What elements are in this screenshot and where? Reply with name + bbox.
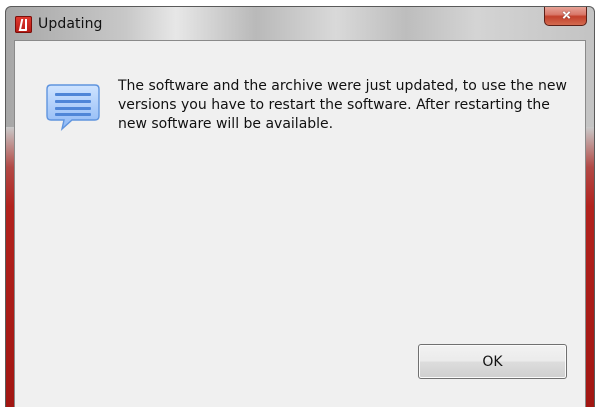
close-button[interactable]: [544, 7, 587, 26]
dialog-content: The software and the archive were just u…: [14, 40, 586, 407]
ok-button[interactable]: OK: [418, 344, 567, 379]
title-bar[interactable]: Updating: [6, 7, 594, 41]
window-title: Updating: [38, 16, 103, 32]
app-logo-icon: [15, 16, 32, 33]
message-balloon-icon: [46, 84, 100, 131]
message-text: The software and the archive were just u…: [118, 78, 567, 132]
dialog-window: Updating The software and the archive we…: [5, 6, 595, 407]
